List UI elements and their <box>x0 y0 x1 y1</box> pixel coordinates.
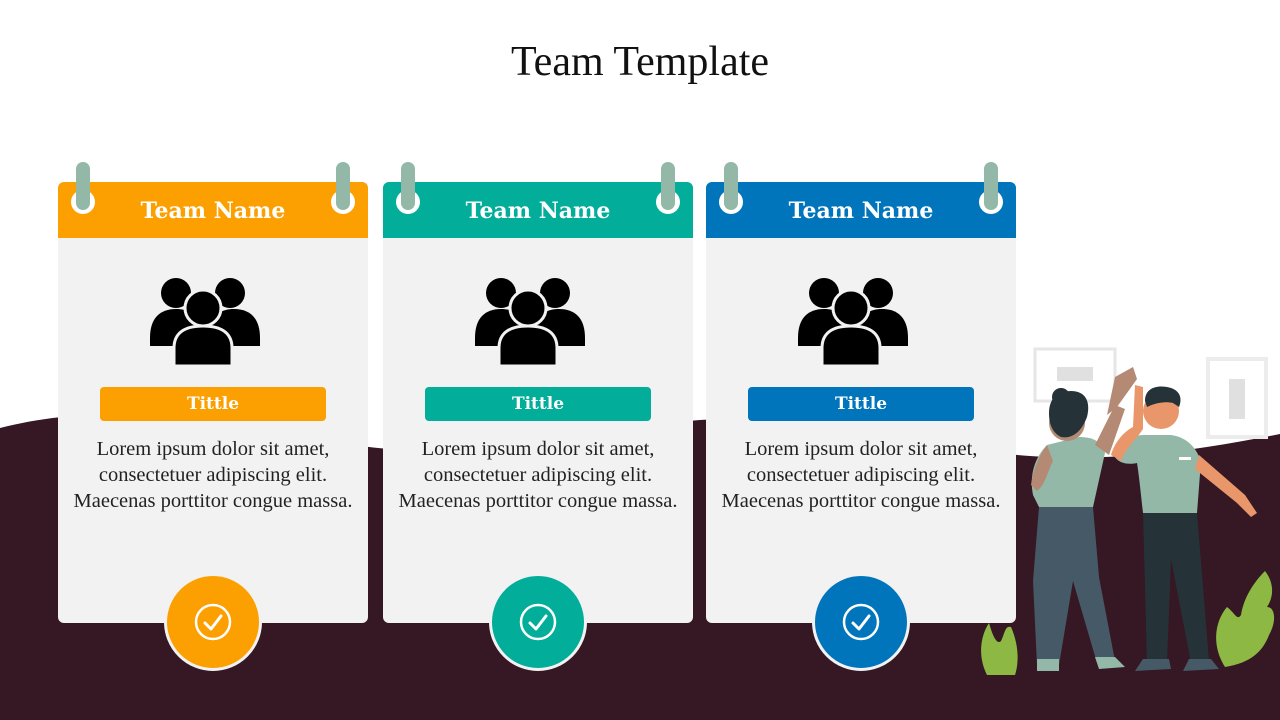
check-circle-icon <box>842 603 880 641</box>
binder-ring <box>76 162 90 210</box>
card-header: Team Name <box>706 182 1016 238</box>
role-title-badge: Tittle <box>425 387 651 421</box>
wall-frame-right <box>1206 357 1268 439</box>
card-description: Lorem ipsum dolor sit amet, consectetuer… <box>721 438 1001 512</box>
woman-figure <box>1031 367 1137 671</box>
people-group-icon <box>475 278 585 368</box>
people-group-icon <box>150 278 260 368</box>
card-2-check-badge <box>489 573 587 671</box>
role-title-badge: Tittle <box>100 387 326 421</box>
binder-ring <box>401 162 415 210</box>
check-circle-icon <box>194 603 232 641</box>
binder-ring <box>724 162 738 210</box>
card-header: Team Name <box>58 182 368 238</box>
card-1-check-badge <box>164 573 262 671</box>
plant-right <box>1216 571 1275 667</box>
team-card-3: Team Name Tittle Lorem ipsum dolor sit a… <box>706 162 1016 623</box>
team-name: Team Name <box>788 198 934 224</box>
team-name: Team Name <box>465 198 611 224</box>
card-header: Team Name <box>383 182 693 238</box>
team-card-1: Team Name Tittle Lorem ipsum dolor sit a… <box>58 162 368 623</box>
binder-ring <box>984 162 998 210</box>
card-description: Lorem ipsum dolor sit amet, consectetuer… <box>73 438 353 512</box>
binder-ring <box>336 162 350 210</box>
check-circle-icon <box>519 603 557 641</box>
role-title-badge: Tittle <box>748 387 974 421</box>
team-card-2: Team Name Tittle Lorem ipsum dolor sit a… <box>383 162 693 623</box>
card-description: Lorem ipsum dolor sit amet, consectetuer… <box>398 438 678 512</box>
high-five-illustration <box>981 347 1275 675</box>
plant-left <box>981 623 1018 675</box>
binder-ring <box>661 162 675 210</box>
slide-title: Team Template <box>510 39 770 85</box>
people-group-icon <box>798 278 908 368</box>
card-3-check-badge <box>812 573 910 671</box>
team-name: Team Name <box>140 198 286 224</box>
